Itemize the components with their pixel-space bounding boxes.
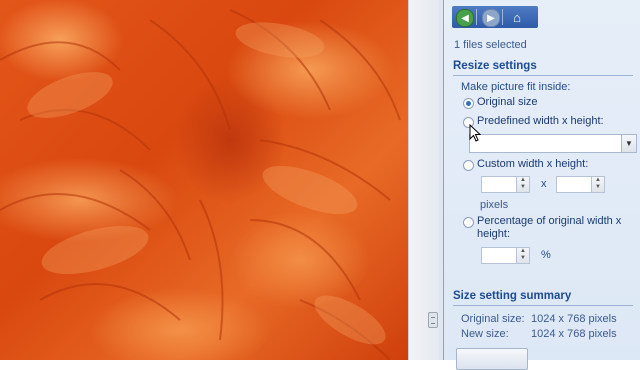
pixels-unit-label: pixels — [480, 199, 509, 211]
percentage-label-line1: Percentage of original width x — [477, 215, 622, 227]
new-size-summary-label: New size: — [461, 328, 509, 340]
percentage-radio[interactable] — [463, 217, 474, 228]
original-size-summary-label: Original size: — [461, 313, 525, 325]
pane-navigation-toolbar: ◀ ▶ ⌂ — [452, 6, 538, 28]
custom-size-label: Custom width x height: — [477, 158, 589, 170]
spinner-arrows-icon[interactable]: ▲ ▼ — [516, 248, 529, 263]
home-icon[interactable]: ⌂ — [508, 9, 526, 25]
chevron-down-icon[interactable]: ▼ — [621, 135, 636, 152]
predefined-size-label: Predefined width x height: — [477, 115, 604, 127]
resize-task-pane: ◀ ▶ ⌂ 1 files selected Resize settings M… — [443, 0, 640, 370]
toolbar-separator — [476, 9, 477, 25]
apply-button[interactable] — [456, 348, 528, 370]
original-size-radio[interactable] — [463, 98, 474, 109]
mouse-pointer-icon — [469, 124, 481, 142]
scrollbar-thumb[interactable] — [428, 312, 438, 328]
predefined-size-dropdown[interactable]: ▼ — [469, 134, 637, 153]
picture-preview — [0, 0, 408, 360]
back-arrow-icon[interactable]: ◀ — [456, 9, 474, 27]
toolbar-separator — [502, 9, 503, 25]
custom-width-spinner[interactable]: ▲ ▼ — [481, 176, 530, 193]
size-summary-heading: Size setting summary — [453, 290, 572, 302]
custom-height-spinner[interactable]: ▲ ▼ — [556, 176, 605, 193]
fit-inside-label: Make picture fit inside: — [461, 81, 571, 93]
preview-scrollbar[interactable] — [408, 0, 444, 360]
percentage-spinner[interactable]: ▲ ▼ — [481, 247, 530, 264]
section-divider — [453, 305, 633, 306]
forward-arrow-icon[interactable]: ▶ — [482, 9, 500, 27]
spinner-arrows-icon[interactable]: ▲ ▼ — [591, 177, 604, 192]
files-selected-text: 1 files selected — [454, 39, 527, 51]
resize-settings-heading: Resize settings — [453, 60, 537, 72]
new-size-summary-value: 1024 x 768 pixels — [531, 328, 617, 340]
section-divider — [453, 75, 633, 76]
dimension-separator: x — [541, 178, 547, 190]
percentage-label-line2: height: — [477, 228, 511, 240]
spinner-arrows-icon[interactable]: ▲ ▼ — [516, 177, 529, 192]
original-size-summary-value: 1024 x 768 pixels — [531, 313, 617, 325]
percent-sign: % — [541, 249, 551, 261]
custom-size-radio[interactable] — [463, 160, 474, 171]
original-size-label: Original size — [477, 96, 538, 108]
flower-petals-image — [0, 9, 401, 360]
